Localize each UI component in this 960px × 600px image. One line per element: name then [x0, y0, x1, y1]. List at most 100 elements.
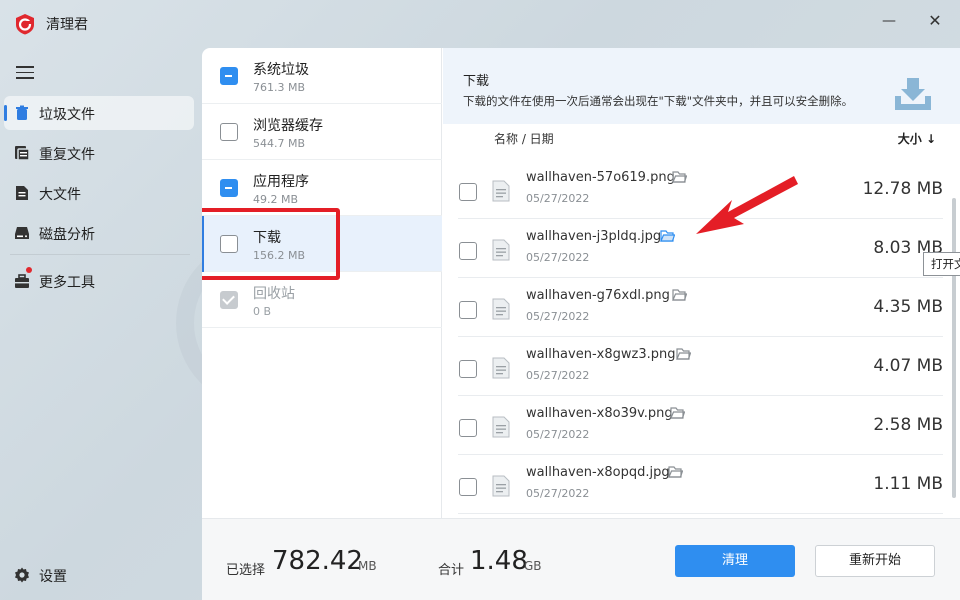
- category-checkbox[interactable]: [220, 123, 238, 141]
- file-row[interactable]: wallhaven-x8opqd.jpg 05/27/2022 1.11 MB: [458, 455, 943, 514]
- trash-icon: [16, 105, 28, 120]
- download-icon: [895, 78, 931, 110]
- large-file-icon: [16, 186, 28, 200]
- category-list: 系统垃圾 761.3 MB 浏览器缓存 544.7 MB 应用程序 49.2 M…: [202, 48, 442, 518]
- file-row[interactable]: wallhaven-j3pldq.jpg 05/27/2022 8.03 MB: [458, 219, 943, 278]
- restart-button[interactable]: 重新开始: [815, 545, 935, 577]
- category-checkbox: [220, 291, 238, 309]
- file-icon: [492, 298, 510, 320]
- sidebar-item-large-files[interactable]: 大文件: [4, 176, 194, 210]
- selected-value: 782.42: [272, 546, 363, 576]
- total-label: 合计: [438, 563, 465, 578]
- open-folder-icon[interactable]: [672, 289, 687, 301]
- category-name: 浏览器缓存: [253, 118, 323, 134]
- open-folder-icon[interactable]: [672, 171, 687, 183]
- file-checkbox[interactable]: [459, 478, 477, 496]
- category-downloads[interactable]: 下载 156.2 MB: [202, 216, 442, 272]
- file-row[interactable]: wallhaven-g76xdl.png 05/27/2022 4.35 MB: [458, 278, 943, 337]
- file-name: wallhaven-x8gwz3.png: [526, 347, 676, 362]
- file-icon: [492, 239, 510, 261]
- clean-button[interactable]: 清理: [675, 545, 795, 577]
- category-size: 544.7 MB: [253, 137, 306, 150]
- sidebar-item-label: 更多工具: [39, 275, 95, 291]
- sidebar-item-junk-files[interactable]: 垃圾文件: [4, 96, 194, 130]
- sidebar-item-disk-analysis[interactable]: 磁盘分析: [4, 216, 194, 250]
- file-name: wallhaven-j3pldq.jpg: [526, 229, 662, 244]
- bottom-bar: 已选择 782.42 MB 合计 1.48 GB 清理 重新开始: [202, 518, 960, 600]
- file-size: 12.78 MB: [862, 179, 943, 199]
- open-folder-icon[interactable]: [660, 230, 675, 242]
- detail-header: 下载 下载的文件在使用一次后通常会出现在"下载"文件夹中，并且可以安全删除。: [443, 48, 960, 124]
- close-button[interactable]: ✕: [924, 10, 946, 32]
- minimize-button[interactable]: —: [878, 10, 900, 32]
- file-list: wallhaven-57o619.png 05/27/2022 12.78 MB…: [443, 160, 960, 518]
- sidebar-item-label: 磁盘分析: [39, 227, 95, 243]
- category-checkbox[interactable]: [220, 235, 238, 253]
- file-size: 2.58 MB: [873, 415, 943, 435]
- open-folder-icon[interactable]: [676, 348, 691, 360]
- sidebar-item-duplicate-files[interactable]: 重复文件: [4, 136, 194, 170]
- file-date: 05/27/2022: [526, 369, 590, 382]
- file-date: 05/27/2022: [526, 428, 590, 441]
- file-name: wallhaven-g76xdl.png: [526, 288, 670, 303]
- sidebar-item-more-tools[interactable]: 更多工具: [4, 264, 194, 298]
- settings-label: 设置: [39, 569, 67, 585]
- file-date: 05/27/2022: [526, 310, 590, 323]
- title-bar: 清理君 — ✕: [0, 0, 960, 48]
- category-name: 下载: [253, 230, 281, 246]
- menu-toggle-icon[interactable]: [16, 66, 34, 80]
- file-icon: [492, 416, 510, 438]
- file-date: 05/27/2022: [526, 487, 590, 500]
- file-checkbox[interactable]: [459, 360, 477, 378]
- tooltip-open-file-location: 打开文件位置: [923, 252, 960, 276]
- category-size: 0 B: [253, 305, 272, 318]
- category-applications[interactable]: 应用程序 49.2 MB: [202, 160, 442, 216]
- file-row[interactable]: wallhaven-57o619.png 05/27/2022 12.78 MB: [458, 160, 943, 219]
- column-size-sort[interactable]: 大小 ↓: [898, 130, 936, 147]
- file-checkbox[interactable]: [459, 419, 477, 437]
- category-size: 49.2 MB: [253, 193, 299, 206]
- file-date: 05/27/2022: [526, 251, 590, 264]
- category-checkbox[interactable]: [220, 179, 238, 197]
- gear-icon: [15, 567, 29, 583]
- selected-label: 已选择: [226, 563, 266, 578]
- file-name: wallhaven-57o619.png: [526, 170, 675, 185]
- category-checkbox[interactable]: [220, 67, 238, 85]
- file-row[interactable]: wallhaven-x8o39v.png 05/27/2022 2.58 MB: [458, 396, 943, 455]
- column-header: 名称 / 日期 大小 ↓: [443, 124, 960, 152]
- category-name: 系统垃圾: [253, 62, 309, 78]
- open-folder-icon[interactable]: [670, 407, 685, 419]
- file-checkbox[interactable]: [459, 183, 477, 201]
- sidebar-nav: 垃圾文件 重复文件 大文件 磁盘分析: [4, 96, 194, 256]
- category-system-junk[interactable]: 系统垃圾 761.3 MB: [202, 48, 442, 104]
- category-size: 761.3 MB: [253, 81, 306, 94]
- file-name: wallhaven-x8o39v.png: [526, 406, 673, 421]
- file-size: 4.35 MB: [873, 297, 943, 317]
- sidebar-item-label: 垃圾文件: [39, 107, 95, 123]
- category-browser-cache[interactable]: 浏览器缓存 544.7 MB: [202, 104, 442, 160]
- category-name: 回收站: [253, 286, 295, 302]
- category-recycle-bin[interactable]: 回收站 0 B: [202, 272, 442, 328]
- disk-icon: [15, 227, 29, 239]
- category-size: 156.2 MB: [253, 249, 306, 262]
- selected-unit: MB: [358, 559, 377, 573]
- open-folder-icon[interactable]: [668, 466, 683, 478]
- main-panel: 系统垃圾 761.3 MB 浏览器缓存 544.7 MB 应用程序 49.2 M…: [202, 48, 960, 600]
- scrollbar[interactable]: [952, 198, 956, 498]
- sidebar-item-label: 大文件: [39, 187, 81, 203]
- sidebar-divider: [10, 254, 190, 255]
- file-row[interactable]: wallhaven-x8gwz3.png 05/27/2022 4.07 MB: [458, 337, 943, 396]
- file-name: wallhaven-x8opqd.jpg: [526, 465, 670, 480]
- category-name: 应用程序: [253, 174, 309, 190]
- column-name-date[interactable]: 名称 / 日期: [494, 130, 554, 147]
- total-value: 1.48: [470, 546, 528, 576]
- file-checkbox[interactable]: [459, 301, 477, 319]
- file-checkbox[interactable]: [459, 242, 477, 260]
- detail-panel: 下载 下载的文件在使用一次后通常会出现在"下载"文件夹中，并且可以安全删除。 名…: [443, 48, 960, 518]
- toolbox-icon: [15, 274, 29, 288]
- total-unit: GB: [524, 559, 542, 573]
- duplicate-files-icon: [15, 146, 30, 161]
- file-date: 05/27/2022: [526, 192, 590, 205]
- app-window: i3综合社区 www.i3z.com 清理君 — ✕ 垃圾文件: [0, 0, 960, 600]
- detail-description: 下载的文件在使用一次后通常会出现在"下载"文件夹中，并且可以安全删除。: [463, 94, 854, 108]
